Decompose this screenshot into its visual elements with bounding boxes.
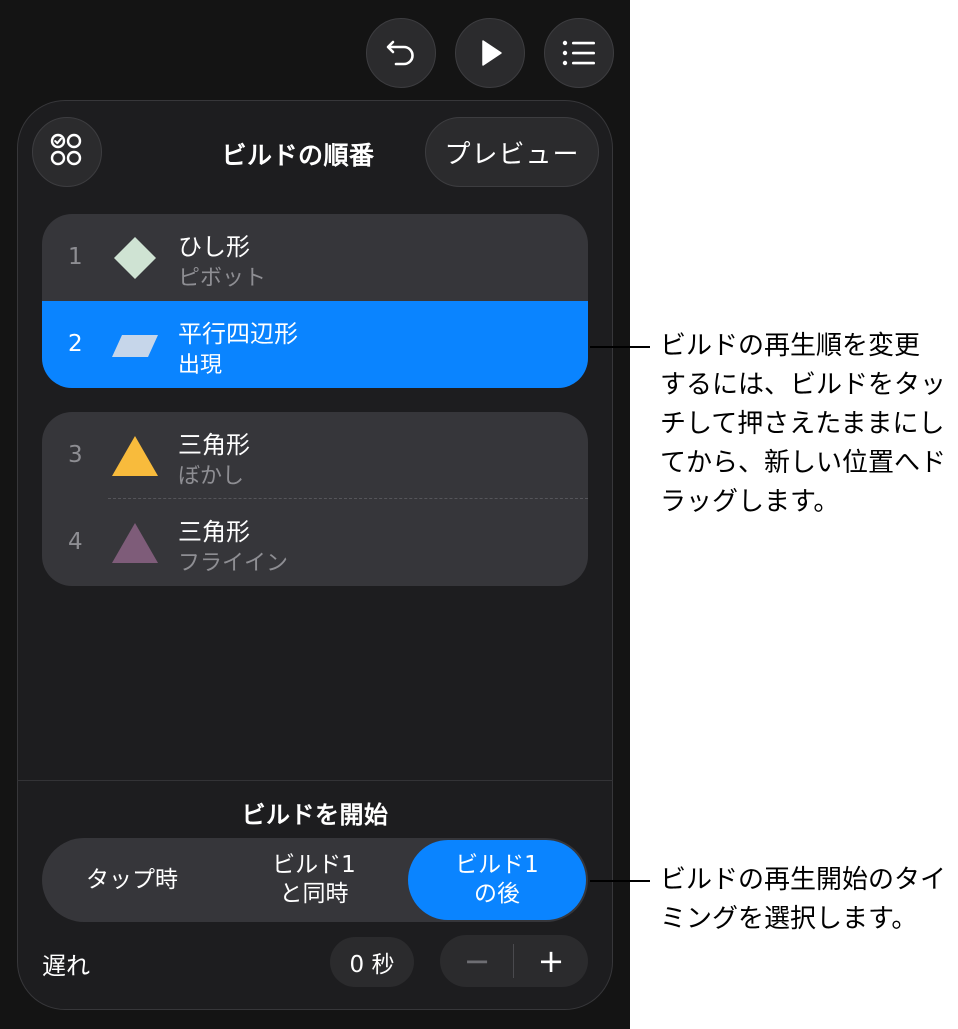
play-icon <box>475 38 505 68</box>
build-name: 平行四辺形 <box>178 320 298 348</box>
build-effect: ピボット <box>178 266 267 291</box>
undo-arrow-icon <box>384 36 418 70</box>
callout-line: ミングを選択します。 <box>660 904 918 934</box>
increment-button[interactable]: + <box>514 935 588 987</box>
callout-line: ビルドの再生開始のタイ <box>660 865 947 895</box>
diamond-icon <box>114 237 156 279</box>
callout-build-timing: ビルドの再生開始のタイ ミングを選択します。 <box>660 861 946 939</box>
section-divider <box>17 780 613 781</box>
start-option-on-tap[interactable]: タップ時 <box>42 838 222 922</box>
delay-value[interactable]: 0 秒 <box>330 937 414 987</box>
option-label-line1: ビルド1 <box>455 852 539 878</box>
callout-line: ラッグします。 <box>660 487 840 517</box>
build-number: 1 <box>68 244 83 270</box>
list-button[interactable] <box>544 18 614 88</box>
delay-label: 遅れ <box>42 952 90 980</box>
play-button[interactable] <box>455 18 525 88</box>
build-number: 3 <box>68 442 83 468</box>
callout-build-order: ビルドの再生順を変更 するには、ビルドをタッ チして押さえたままにし てから、新… <box>660 327 946 522</box>
build-number: 2 <box>68 331 83 357</box>
callout-leader-line <box>590 880 650 882</box>
build-group-1: 1 ひし形 ピボット 2 平行四辺形 出現 <box>42 214 588 388</box>
option-label-line1: ビルド1 <box>272 852 356 878</box>
callout-leader-line <box>590 346 650 348</box>
start-build-title: ビルドを開始 <box>241 801 389 829</box>
option-label: タップ時 <box>86 866 178 893</box>
build-row-3[interactable]: 3 三角形 ぼかし <box>42 412 588 499</box>
callout-line: するには、ビルドをタッ <box>660 370 947 400</box>
triangle-icon <box>112 523 158 563</box>
build-effect: フライイン <box>178 551 289 576</box>
callout-line: てから、新しい位置へド <box>660 448 947 478</box>
build-row-1[interactable]: 1 ひし形 ピボット <box>42 214 588 301</box>
undo-button[interactable] <box>366 18 436 88</box>
callout-line: チして押さえたままにし <box>660 409 945 439</box>
build-name: 三角形 <box>178 518 250 546</box>
option-label-line2: と同時 <box>279 881 349 907</box>
preview-button[interactable]: プレビュー <box>425 117 599 187</box>
build-effect: ぼかし <box>178 464 245 489</box>
callout-line: ビルドの再生順を変更 <box>660 331 921 361</box>
list-icon <box>561 38 597 68</box>
start-option-after-build[interactable]: ビルド1 の後 <box>408 840 586 920</box>
build-row-4[interactable]: 4 三角形 フライイン <box>42 499 588 586</box>
start-build-segmented-control: タップ時 ビルド1 と同時 ビルド1 の後 <box>42 838 588 922</box>
device-screen: ビルドの順番 プレビュー 1 ひし形 ピボット 2 平行四辺形 出現 3 三角形… <box>0 0 630 1029</box>
start-option-with-build[interactable]: ビルド1 と同時 <box>224 838 404 922</box>
build-name: ひし形 <box>178 233 250 261</box>
triangle-icon <box>112 436 158 476</box>
build-group-2: 3 三角形 ぼかし 4 三角形 フライイン <box>42 412 588 586</box>
build-name: 三角形 <box>178 431 250 459</box>
parallelogram-icon <box>112 335 158 357</box>
build-number: 4 <box>68 529 83 555</box>
delay-stepper: − + <box>440 935 588 987</box>
option-label-line2: の後 <box>473 881 520 907</box>
build-effect: 出現 <box>178 353 223 378</box>
build-row-2[interactable]: 2 平行四辺形 出現 <box>42 301 588 388</box>
decrement-button[interactable]: − <box>440 935 514 987</box>
